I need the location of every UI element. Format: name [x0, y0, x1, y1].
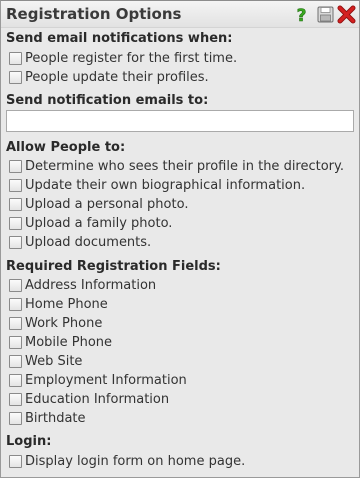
option-address[interactable]: Address Information — [9, 277, 156, 293]
option-label: Upload documents. — [25, 234, 152, 250]
notification-emails-input[interactable] — [6, 110, 354, 132]
option-login-form[interactable]: Display login form on home page. — [9, 453, 245, 469]
checkbox[interactable] — [9, 392, 22, 406]
checkbox[interactable] — [9, 197, 22, 211]
option-label: Mobile Phone — [25, 334, 113, 350]
option-label: People update their profiles. — [25, 69, 209, 85]
panel-title: Registration Options — [6, 5, 182, 23]
option-register-first-time[interactable]: People register for the first time. — [9, 50, 237, 66]
checkbox[interactable] — [9, 51, 22, 65]
checkbox[interactable] — [9, 373, 22, 387]
option-label: Display login form on home page. — [25, 453, 246, 469]
save-icon[interactable] — [316, 5, 335, 24]
option-web-site[interactable]: Web Site — [9, 353, 82, 369]
option-education[interactable]: Education Information — [9, 391, 169, 407]
option-label: Education Information — [25, 391, 170, 407]
checkbox[interactable] — [9, 159, 22, 173]
option-label: Employment Information — [25, 372, 187, 388]
section-heading-notifications: Send email notifications when: — [6, 31, 233, 46]
option-birthdate[interactable]: Birthdate — [9, 410, 86, 426]
checkbox[interactable] — [9, 297, 22, 311]
option-label: Address Information — [25, 277, 157, 293]
registration-options-panel: Registration Options ? Send email notifi… — [0, 0, 360, 478]
checkbox[interactable] — [9, 235, 22, 249]
help-icon[interactable]: ? — [292, 5, 311, 24]
option-mobile-phone[interactable]: Mobile Phone — [9, 334, 112, 350]
option-label: Web Site — [25, 353, 83, 369]
option-label: Upload a personal photo. — [25, 196, 189, 212]
option-label: Upload a family photo. — [25, 215, 173, 231]
option-label: Home Phone — [25, 296, 108, 312]
section-heading-login: Login: — [6, 434, 52, 449]
checkbox[interactable] — [9, 354, 22, 368]
checkbox[interactable] — [9, 278, 22, 292]
option-directory-visibility[interactable]: Determine who sees their profile in the … — [9, 158, 344, 174]
option-label: Birthdate — [25, 410, 86, 426]
option-work-phone[interactable]: Work Phone — [9, 315, 102, 331]
checkbox[interactable] — [9, 316, 22, 330]
svg-text:?: ? — [297, 6, 307, 24]
checkbox[interactable] — [9, 70, 22, 84]
checkbox[interactable] — [9, 411, 22, 425]
option-update-profiles[interactable]: People update their profiles. — [9, 69, 209, 85]
checkbox[interactable] — [9, 178, 22, 192]
checkbox[interactable] — [9, 335, 22, 349]
option-update-bio[interactable]: Update their own biographical informatio… — [9, 177, 305, 193]
section-heading-allow: Allow People to: — [6, 140, 126, 155]
option-family-photo[interactable]: Upload a family photo. — [9, 215, 172, 231]
option-label: Update their own biographical informatio… — [25, 177, 306, 193]
section-heading-required: Required Registration Fields: — [6, 259, 221, 274]
option-label: People register for the first time. — [25, 50, 238, 66]
option-upload-documents[interactable]: Upload documents. — [9, 234, 151, 250]
close-icon[interactable] — [337, 5, 356, 24]
title-bar: Registration Options ? — [1, 1, 359, 28]
option-label: Determine who sees their profile in the … — [25, 158, 345, 174]
section-heading-emails: Send notification emails to: — [6, 93, 209, 108]
option-label: Work Phone — [25, 315, 103, 331]
checkbox[interactable] — [9, 216, 22, 230]
option-personal-photo[interactable]: Upload a personal photo. — [9, 196, 188, 212]
checkbox[interactable] — [9, 454, 22, 468]
option-home-phone[interactable]: Home Phone — [9, 296, 108, 312]
option-employment[interactable]: Employment Information — [9, 372, 187, 388]
